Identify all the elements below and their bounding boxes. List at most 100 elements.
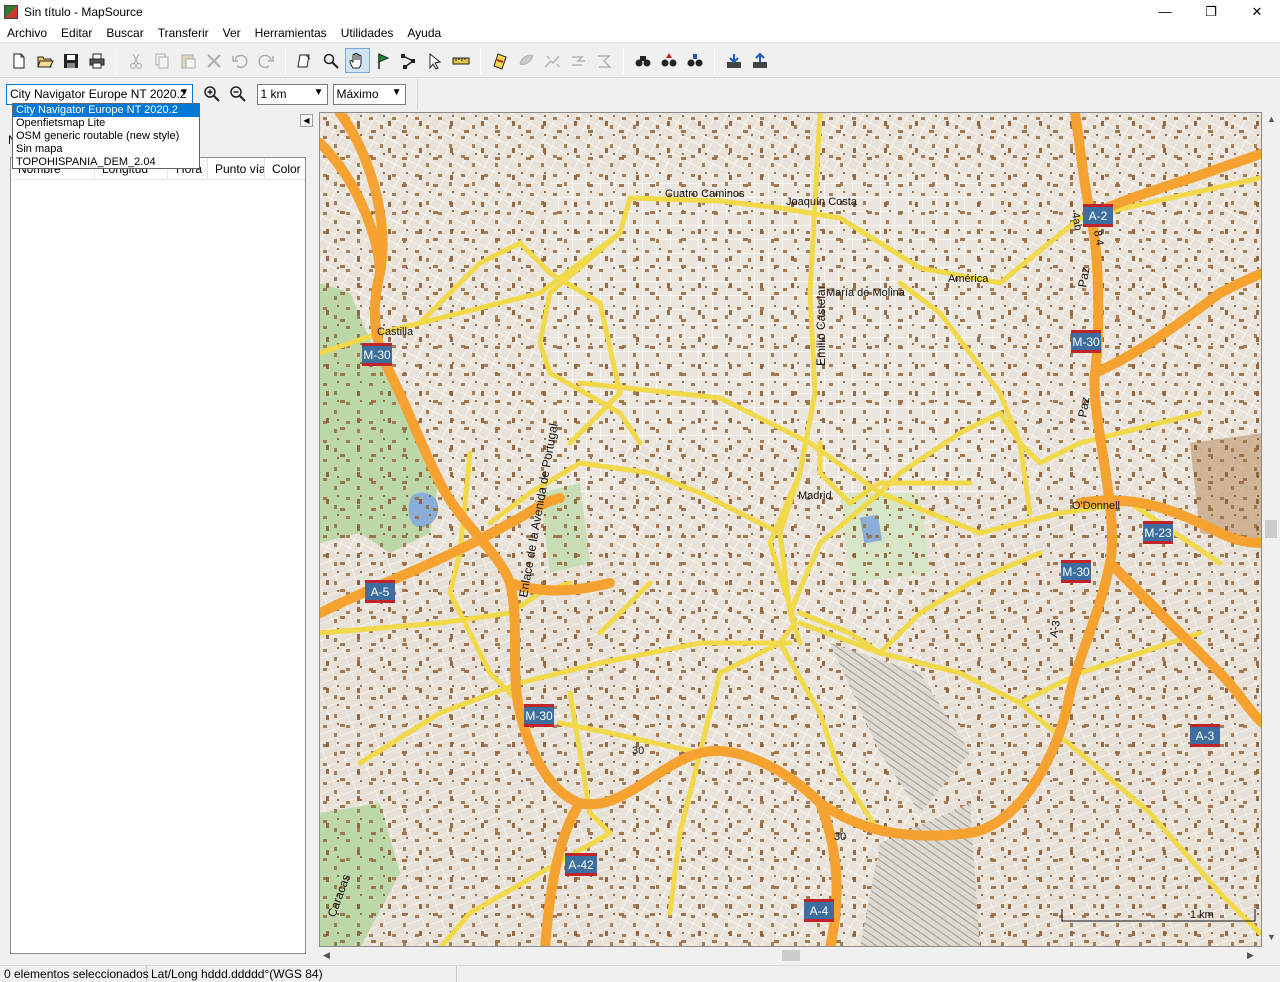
shield-text: M-30 [525,709,553,723]
minimize-button[interactable]: — [1142,0,1188,23]
menu-archivo[interactable]: Archivo [0,23,54,43]
find-icon [635,55,651,66]
open-button[interactable] [33,48,58,73]
shield-m30: M-30 [524,704,554,727]
copy-button[interactable] [150,48,175,73]
mapsource-app-icon [4,4,18,19]
toolbar-separator [116,47,117,74]
hand-tool-button[interactable] [344,48,370,73]
tool-a-icon [519,54,534,65]
place-label-joaquin-costa: Joaquín Costa [786,196,858,208]
map-product-option[interactable]: TOPOHISPANIA_DEM_2.04 [13,156,199,169]
toolbar-separator [480,47,481,74]
map-product-option[interactable]: OSM generic routable (new style) [13,130,199,143]
selection-tool-button[interactable] [423,48,448,73]
route-tool-button[interactable] [397,48,422,73]
receive-device-icon [727,53,741,68]
receive-from-device-button[interactable] [722,48,747,73]
find-near-icon [687,53,703,66]
find-button[interactable] [631,48,656,73]
undo-button[interactable] [228,48,253,73]
map-vertical-scrollbar[interactable]: ▲ ▼ [1262,112,1280,947]
shield-a3: A-3 [1190,724,1220,747]
scale-select[interactable]: 1 km ▼ [256,83,328,105]
map-canvas[interactable]: Cuatro Caminos Joaquín Costa María de Mo… [320,113,1262,947]
tool-a-button[interactable] [514,48,539,73]
scroll-left-icon[interactable]: ◀ [323,950,330,961]
road-number-30: 30 [632,745,644,757]
find-near-button[interactable] [683,48,708,73]
save-button[interactable] [59,48,84,73]
left-panel: ◀ N Nombre Longitud Hora Punto vía Color [0,112,316,962]
route-tool-icon [401,53,415,69]
column-header-color[interactable]: Color [265,158,305,179]
new-button[interactable] [7,48,32,73]
scroll-down-icon[interactable]: ▼ [1267,932,1276,942]
maximize-button[interactable]: ❐ [1188,0,1234,23]
map-horizontal-scrollbar[interactable]: ◀ ▶ [319,947,1262,964]
distance-tool-icon [452,57,470,64]
map-product-option[interactable]: Openfietsmap Lite [13,117,199,130]
close-button[interactable]: ✕ [1234,0,1280,23]
shield-a42: A-42 [565,853,597,876]
zoom-tool-button[interactable] [319,48,344,73]
detail-value: Máximo [336,87,379,101]
scroll-right-icon[interactable]: ▶ [1247,950,1254,961]
map-product-select[interactable]: City Navigator Europe NT 2020.2 ▼ [6,83,193,105]
title-bar: Sin título - MapSource — ❐ ✕ [0,0,1280,23]
collapse-panel-button[interactable]: ◀ [300,114,313,127]
map-product-option[interactable]: City Navigator Europe NT 2020.2 [13,104,199,117]
column-header-punto-via[interactable]: Punto vía [208,158,265,179]
zoom-in-button[interactable] [199,82,224,107]
cut-button[interactable] [124,48,149,73]
zoom-out-button[interactable] [225,82,250,107]
shield-m23: M-23 [1143,521,1173,544]
map-selection-tool-button[interactable] [293,48,318,73]
map-product-option[interactable]: Sin mapa [13,143,199,156]
tool-c-icon [572,55,585,66]
scale-value: 1 km [260,87,287,101]
paste-button[interactable] [176,48,201,73]
shield-text: A-3 [1196,729,1215,743]
vertical-scroll-thumb[interactable] [1265,520,1277,538]
menu-ver[interactable]: Ver [216,23,248,43]
copy-icon [155,53,169,68]
find-places-icon [661,52,677,66]
find-places-button[interactable] [657,48,682,73]
select-map-tool-icon [297,54,311,67]
horizontal-scroll-thumb[interactable] [782,950,800,961]
status-selection: 0 elementos seleccionados [0,966,149,982]
cut-icon [130,53,142,69]
scale-bar-label: 1 km [1190,909,1214,921]
scroll-up-icon[interactable]: ▲ [1267,114,1276,124]
detail-select[interactable]: Máximo ▼ [332,83,406,105]
menu-utilidades[interactable]: Utilidades [334,23,401,43]
menu-transferir[interactable]: Transferir [151,23,216,43]
shield-text: M-30 [1072,335,1100,349]
shield-a2: A-2 [1083,204,1113,227]
menu-ayuda[interactable]: Ayuda [400,23,448,43]
status-coordinates: Lat/Long hddd.ddddd°(WGS 84) [147,966,457,982]
menu-buscar[interactable]: Buscar [99,23,150,43]
paste-icon [181,54,196,68]
send-to-device-button[interactable] [748,48,773,73]
chevron-down-icon: ▼ [391,86,402,98]
print-button[interactable] [85,48,110,73]
map-info-button[interactable] [488,48,513,73]
menu-editar[interactable]: Editar [54,23,99,43]
waypoint-tool-button[interactable] [371,48,396,73]
zoom-out-icon [229,86,246,102]
status-bar: 0 elementos seleccionados Lat/Long hddd.… [0,965,1280,982]
tool-d-button[interactable] [592,48,617,73]
tool-b-icon [544,54,560,68]
map-view[interactable]: Cuatro Caminos Joaquín Costa María de Mo… [319,112,1262,947]
map-info-icon [493,52,507,70]
redo-button[interactable] [254,48,279,73]
menu-herramientas[interactable]: Herramientas [248,23,334,43]
delete-button[interactable] [202,48,227,73]
distance-tool-button[interactable] [449,48,474,73]
hand-tool-icon [349,52,362,68]
tool-c-button[interactable] [566,48,591,73]
tool-b-button[interactable] [540,48,565,73]
item-list[interactable]: Nombre Longitud Hora Punto vía Color [10,157,306,954]
